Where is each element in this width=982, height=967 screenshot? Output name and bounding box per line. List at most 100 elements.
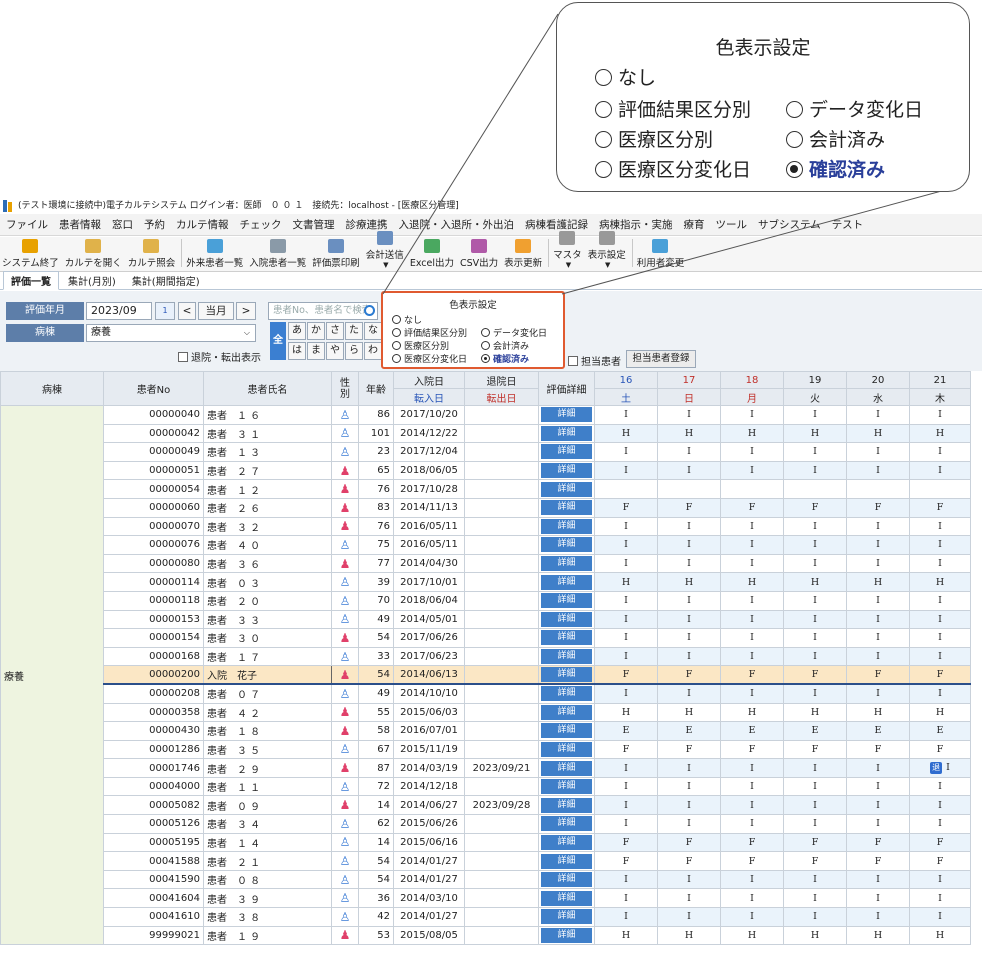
table-row[interactable]: 00000208 患者 ０ ７ ♙ 49 2014/10/10 詳細 I I I I I I	[1, 683, 971, 704]
evaluation-cell[interactable]: I	[594, 683, 658, 704]
toolbar-button[interactable]: マスタ ▼	[553, 231, 582, 269]
table-row[interactable]: 00005126 患者 ３ ４ ♙ 62 2015/06/26 詳細 I I I I I I	[1, 814, 971, 834]
evaluation-cell[interactable]: I	[909, 405, 971, 425]
radio-icon[interactable]	[595, 161, 612, 178]
table-row[interactable]: 00001746 患者 ２ ９ ♟ 87 2014/03/19 2023/09/21 詳細 I…	[1, 758, 971, 778]
evaluation-cell[interactable]: I	[720, 907, 784, 927]
detail-button[interactable]: 詳細	[541, 741, 592, 757]
table-row[interactable]: 00041610 患者 ３ ８ ♙ 42 2014/01/27 詳細 I I I I I I	[1, 907, 971, 927]
radio-checked-icon[interactable]	[481, 354, 490, 363]
detail-button[interactable]: 詳細	[541, 556, 592, 572]
color-option-confirmed[interactable]: 確認済み	[481, 352, 529, 365]
evaluation-cell[interactable]: I	[720, 442, 784, 462]
evaluation-cell[interactable]: I	[846, 535, 910, 555]
checkbox-icon[interactable]	[568, 356, 578, 366]
evaluation-cell[interactable]: F	[909, 739, 971, 760]
table-row[interactable]: 00000070 患者 ３ ２ ♟ 76 2016/05/11 詳細 I I I I I I	[1, 516, 971, 537]
evaluation-cell[interactable]: H	[657, 572, 721, 592]
evaluation-cell[interactable]: H	[594, 572, 658, 592]
evaluation-cell[interactable]: I	[783, 516, 847, 537]
evaluation-cell[interactable]: I	[657, 590, 721, 611]
detail-button[interactable]: 詳細	[541, 853, 592, 869]
evaluation-cell[interactable]: F	[846, 665, 910, 685]
caret-down-icon[interactable]: ▼	[605, 261, 610, 269]
kana-all-button[interactable]: 全	[270, 322, 286, 360]
menu-item[interactable]: 患者情報	[59, 217, 101, 232]
table-row[interactable]: 00005195 患者 １ ４ ♙ 14 2015/06/16 詳細 F F F F F F	[1, 832, 971, 853]
menu-item[interactable]: チェック	[240, 217, 282, 232]
evaluation-cell[interactable]: F	[909, 497, 971, 518]
evaluation-cell[interactable]: I	[657, 516, 721, 537]
radio-icon[interactable]	[595, 131, 612, 148]
detail-button[interactable]: 詳細	[541, 649, 592, 665]
evaluation-cell[interactable]: I	[846, 888, 910, 909]
evaluation-cell[interactable]: E	[846, 721, 910, 741]
table-row[interactable]: 00000060 患者 ２ ６ ♟ 83 2014/11/13 詳細 F F F F F F	[1, 497, 971, 518]
evaluation-cell[interactable]: I	[846, 460, 910, 481]
color-option-none[interactable]: なし	[392, 313, 422, 326]
evaluation-cell[interactable]: F	[846, 739, 910, 760]
table-row[interactable]: 00041590 患者 ０ ８ ♙ 54 2014/01/27 詳細 I I I I I I	[1, 869, 971, 890]
kana-button[interactable]: か	[307, 322, 325, 340]
evaluation-cell[interactable]	[657, 479, 721, 499]
menu-item[interactable]: 病棟看護記録	[525, 217, 588, 232]
evaluation-cell[interactable]: I	[657, 776, 721, 797]
evaluation-cell[interactable]: I	[909, 907, 971, 927]
radio-icon[interactable]	[786, 131, 804, 148]
evaluation-cell[interactable]: I	[909, 869, 971, 890]
radio-icon[interactable]	[481, 341, 490, 350]
header-detail[interactable]: 評価詳細	[538, 371, 595, 406]
caret-down-icon[interactable]: ▼	[383, 261, 388, 269]
evaluation-cell[interactable]: I	[657, 795, 721, 816]
detail-button[interactable]: 詳細	[541, 630, 592, 646]
header-day[interactable]: 21	[909, 371, 971, 389]
evaluation-cell[interactable]: E	[783, 721, 847, 741]
header-age[interactable]: 年齢	[358, 371, 394, 406]
evaluation-cell[interactable]: I	[909, 516, 971, 537]
menu-item[interactable]: 窓口	[112, 217, 133, 232]
radio-icon[interactable]	[392, 354, 401, 363]
evaluation-cell[interactable]: I	[720, 516, 784, 537]
evaluation-cell[interactable]: F	[657, 851, 721, 871]
table-row[interactable]: 00001286 患者 ３ ５ ♙ 67 2015/11/19 詳細 F F F F F F	[1, 739, 971, 760]
table-row[interactable]: 00000114 患者 ０ ３ ♙ 39 2017/10/01 詳細 H H H H H H	[1, 572, 971, 592]
evaluation-cell[interactable]: F	[846, 851, 910, 871]
evaluation-cell[interactable]: I	[846, 795, 910, 816]
radio-checked-icon[interactable]	[786, 161, 804, 178]
color-option-result[interactable]: 評価結果区分別	[392, 326, 467, 339]
evaluation-cell[interactable]: F	[783, 739, 847, 760]
evaluation-cell[interactable]: F	[720, 832, 784, 853]
evaluation-cell[interactable]: H	[846, 702, 910, 723]
evaluation-cell[interactable]: I	[846, 907, 910, 927]
header-day[interactable]: 18	[720, 371, 784, 389]
evaluation-cell[interactable]: I	[783, 758, 847, 778]
table-row[interactable]: 00041604 患者 ３ ９ ♙ 36 2014/03/10 詳細 I I I I I I	[1, 888, 971, 909]
toolbar-button[interactable]: 評価票印刷	[312, 239, 360, 269]
evaluation-cell[interactable]: H	[720, 423, 784, 444]
evaluation-cell[interactable]: H	[720, 702, 784, 723]
kana-button[interactable]: さ	[326, 322, 344, 340]
evaluation-cell[interactable]: I	[846, 590, 910, 611]
menu-item[interactable]: ツール	[716, 217, 748, 232]
evaluation-cell[interactable]: F	[657, 739, 721, 760]
tab-0[interactable]: 評価一覧	[3, 271, 59, 290]
evaluation-cell[interactable]: E	[720, 721, 784, 741]
evaluation-cell[interactable]: I	[846, 683, 910, 704]
evaluation-cell[interactable]: F	[720, 851, 784, 871]
table-row[interactable]: 00005082 患者 ０ ９ ♟ 14 2014/06/27 2023/09/28 詳細 I…	[1, 795, 971, 816]
evaluation-cell[interactable]: H	[846, 925, 910, 946]
evaluation-cell[interactable]: F	[594, 497, 658, 518]
evaluation-cell[interactable]: F	[909, 851, 971, 871]
evaluation-cell[interactable]: I	[594, 460, 658, 481]
table-row[interactable]: 00000080 患者 ３ ６ ♟ 77 2014/04/30 詳細 I I I I I I	[1, 553, 971, 574]
table-row[interactable]: 00000042 患者 ３ １ ♙ 101 2014/12/22 詳細 H H H H H H	[1, 423, 971, 444]
calendar-icon[interactable]: 1	[155, 302, 175, 320]
table-row[interactable]: 00000051 患者 ２ ７ ♟ 65 2018/06/05 詳細 I I I I I I	[1, 460, 971, 481]
evaluation-cell[interactable]: I	[594, 869, 658, 890]
evaluation-cell[interactable]: I	[909, 590, 971, 611]
evaluation-cell[interactable]: I	[657, 460, 721, 481]
evaluation-cell[interactable]: I	[846, 553, 910, 574]
evaluation-cell[interactable]: H	[657, 702, 721, 723]
table-row[interactable]: 00000154 患者 ３ ０ ♟ 54 2017/06/26 詳細 I I I I I I	[1, 628, 971, 648]
kana-button[interactable]: な	[364, 322, 382, 340]
